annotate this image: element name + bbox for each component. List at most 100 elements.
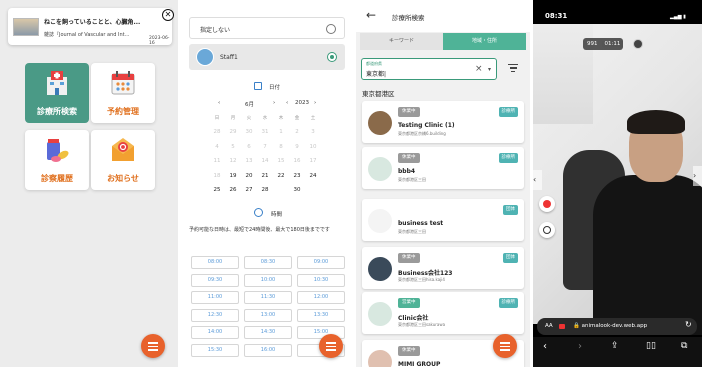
time-slot[interactable]: 13:30 <box>297 308 345 322</box>
calendar-day[interactable]: 22 <box>273 170 289 182</box>
back-icon[interactable]: ‹ <box>543 341 547 352</box>
tab-keyword[interactable]: キーワード <box>360 33 443 50</box>
time-slot[interactable]: 11:30 <box>244 291 292 305</box>
next-month-icon[interactable]: › <box>273 100 275 106</box>
calendar-day: 6 <box>247 143 251 150</box>
prev-month-icon[interactable]: ‹ <box>218 100 220 106</box>
share-icon[interactable]: ⇪ <box>611 341 619 351</box>
calendar-day[interactable]: 24 <box>305 170 321 182</box>
calendar-day[interactable]: 28 <box>257 184 273 196</box>
switch-camera-icon[interactable] <box>539 222 555 238</box>
tile-history[interactable]: 診察履歴 <box>25 130 89 190</box>
menu-fab-button[interactable] <box>319 334 343 358</box>
clinic-card[interactable]: 休業中 団体 Business会社123 東京都港区三田hisa.kaji4 <box>362 247 524 289</box>
radio-button-selected[interactable] <box>327 52 337 62</box>
clinic-card[interactable]: 団体 business test 東京都港区三田 <box>362 199 524 241</box>
next-year-icon[interactable]: › <box>314 100 316 106</box>
time-slot[interactable]: 10:30 <box>297 273 345 287</box>
calendar-day[interactable]: 19 <box>225 170 241 182</box>
prefecture-value: 東京都| <box>366 71 387 78</box>
weekday-label: 水 <box>262 116 268 121</box>
calendar-day: 10 <box>309 143 317 150</box>
reader-icon[interactable]: AA <box>545 323 553 329</box>
clinic-card[interactable]: 休業中 診療所 Testing Clinic (1) 東京都港区京橋6.buildin… <box>362 101 524 143</box>
time-slot[interactable]: 08:30 <box>244 256 292 269</box>
calendar-day: 1 <box>279 129 283 135</box>
timer-value-b: 01:11 <box>601 41 624 47</box>
time-slot[interactable]: 12:30 <box>191 308 239 322</box>
notification-title: ねこを飼っていることと、心臓角... <box>44 19 141 26</box>
clinic-name: Clinic会社 <box>398 315 429 322</box>
date-section-title: 日付 <box>269 85 281 91</box>
clear-icon[interactable]: × <box>475 64 483 74</box>
calendar-day[interactable]: 20 <box>241 170 257 182</box>
collapse-left-icon[interactable]: ‹ <box>533 170 542 190</box>
bookmarks-icon[interactable]: ▯▯ <box>646 341 656 351</box>
time-slot[interactable]: 09:00 <box>297 256 345 269</box>
calendar-day: 17 <box>309 158 317 164</box>
tile-reservation[interactable]: 予約管理 <box>91 63 155 123</box>
tile-notices[interactable]: お知らせ <box>91 130 155 190</box>
browser-url-bar[interactable]: AA 🔒 animalook-dev.web.app ↻ <box>537 318 697 335</box>
time-slot[interactable]: 13:00 <box>244 308 292 322</box>
clock-icon <box>254 208 263 217</box>
time-slot[interactable]: 11:00 <box>191 291 239 305</box>
calendar-day[interactable]: 21 <box>257 170 273 182</box>
video-call-screen: 08:31 ▂▄▆ ▮ 991 01:11 ‹ › AA 🔒 animalook-… <box>533 0 702 367</box>
prev-year-icon[interactable]: ‹ <box>286 100 288 106</box>
filter-icon[interactable] <box>508 64 518 74</box>
staff-name: Staff1 <box>220 54 238 61</box>
menu-fab-button[interactable] <box>141 334 165 358</box>
clinic-avatar <box>368 257 392 281</box>
tile-label: 予約管理 <box>107 107 139 116</box>
time-slot[interactable]: 08:00 <box>191 256 239 269</box>
notification-banner[interactable]: ねこを飼っていることと、心臓角... 雑誌『Journal of Vascula… <box>8 8 172 46</box>
staff-option-staff1[interactable]: Staff1 <box>189 44 345 70</box>
clinic-card[interactable]: 休業中 診療所 bbb4 東京都港区三田 <box>362 147 524 189</box>
time-slot[interactable]: 16:00 <box>244 344 292 357</box>
menu-fab-button[interactable] <box>493 334 517 358</box>
calendar-day: 12 <box>229 158 237 164</box>
tile-label: 診療所検索 <box>37 107 77 116</box>
weekday-label: 日 <box>214 116 220 121</box>
calendar-day[interactable]: 27 <box>241 184 257 196</box>
calendar-day-selected[interactable]: 29 <box>273 183 289 196</box>
time-slot[interactable]: 15:30 <box>191 344 239 357</box>
clinic-address: 東京都港区三田hisa.kaji4 <box>398 277 445 282</box>
clinic-card[interactable]: 営業中 診療所 Clinic会社 東京都港区三田sakurawa <box>362 292 524 334</box>
calendar-day: 29 <box>229 129 237 135</box>
timer-value-a: 991 <box>587 41 598 47</box>
tile-clinic-search[interactable]: 診療所検索 <box>25 63 89 123</box>
weekday-label: 火 <box>246 116 252 121</box>
radio-button[interactable] <box>326 24 336 34</box>
staff-option-none[interactable]: 指定しない <box>189 17 345 39</box>
calendar-day[interactable]: 30 <box>289 184 305 196</box>
record-button[interactable] <box>539 196 555 212</box>
time-slot[interactable]: 14:30 <box>244 326 292 340</box>
weekday-label: 月 <box>230 116 236 121</box>
hospital-icon <box>47 71 67 95</box>
calendar-day[interactable]: 23 <box>289 170 305 182</box>
close-icon[interactable]: ✕ <box>162 9 174 21</box>
prefecture-label: 都道府県 <box>366 61 382 66</box>
clinic-name: MIMI GROUP <box>398 361 441 367</box>
forward-icon[interactable]: › <box>578 341 582 352</box>
reload-icon[interactable]: ↻ <box>685 320 692 329</box>
time-slot[interactable]: 10:00 <box>244 273 292 287</box>
time-slot[interactable]: 09:30 <box>191 273 239 287</box>
time-slot[interactable]: 14:00 <box>191 326 239 340</box>
avatar <box>196 48 214 66</box>
calendar-day[interactable]: 26 <box>225 184 241 196</box>
status-badge: 営業中 <box>398 298 420 308</box>
calendar-day[interactable]: 25 <box>209 184 225 196</box>
call-timer: 991 01:11 <box>583 38 624 50</box>
tabs-icon[interactable]: ⧉ <box>681 341 687 351</box>
back-arrow-icon[interactable]: ← <box>366 9 376 21</box>
url-text: 🔒 animalook-dev.web.app <box>573 323 648 329</box>
tab-area[interactable]: 地域・住所 <box>443 33 526 50</box>
chevron-down-icon[interactable]: ▾ <box>488 66 491 73</box>
time-slot[interactable]: 12:00 <box>297 291 345 305</box>
reservation-note: 予約可能な日時は、最短で24時間後、最大で180日後までです <box>189 227 330 233</box>
prefecture-select[interactable]: 都道府県 東京都| × ▾ <box>361 58 497 80</box>
collapse-right-icon[interactable]: › <box>693 166 702 186</box>
